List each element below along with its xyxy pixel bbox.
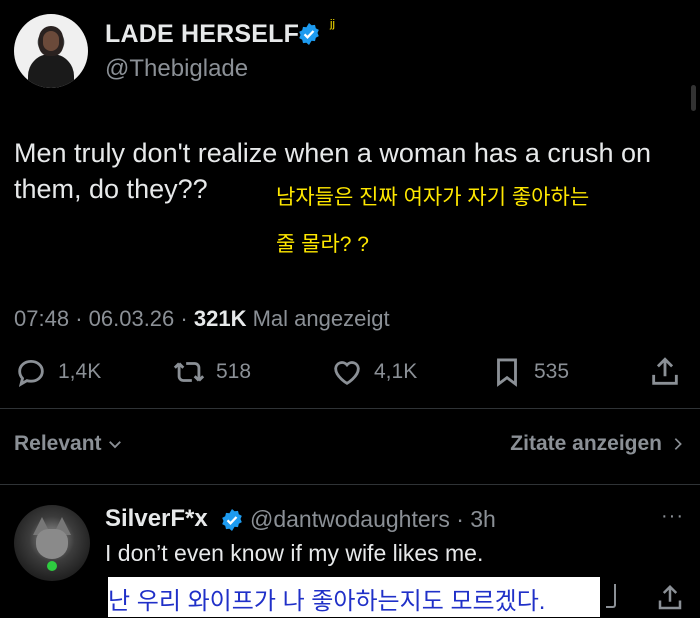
more-icon[interactable]: ··· xyxy=(661,505,684,528)
view-count: 321K xyxy=(193,306,247,331)
divider xyxy=(0,408,700,409)
scrollbar[interactable] xyxy=(691,85,696,111)
avatar[interactable] xyxy=(14,14,88,88)
action-bar: 1,4K 518 4,1K 535 xyxy=(0,355,700,399)
reply-button[interactable]: 1,4K xyxy=(14,355,101,389)
reply-handle-time[interactable]: @dantwodaughters · 3h xyxy=(250,506,496,533)
chevron-down-icon xyxy=(108,441,121,449)
show-quotes-link[interactable]: Zitate anzeigen xyxy=(510,432,686,456)
chevron-right-icon xyxy=(674,438,682,450)
tweet-meta: 07:48 · 06.03.26 · 321K Mal angezeigt xyxy=(14,306,390,331)
retweet-button[interactable]: 518 xyxy=(172,355,251,389)
like-button[interactable]: 4,1K xyxy=(330,355,417,389)
author-name-text: LADE HERSELF xyxy=(105,20,300,48)
korean-subtitle-line-2: 줄 몰라? ? xyxy=(276,233,369,256)
share-icon[interactable] xyxy=(655,583,685,613)
divider xyxy=(0,484,700,485)
tweet-date[interactable]: 06.03.26 xyxy=(89,306,175,331)
reply-icon xyxy=(18,359,44,387)
tweet-time[interactable]: 07:48 xyxy=(14,306,69,331)
verified-badge-icon xyxy=(299,23,319,45)
sort-dropdown[interactable]: Relevant xyxy=(14,432,124,456)
reply-time: 3h xyxy=(470,506,496,532)
verified-badge-icon xyxy=(222,509,242,531)
reply-author-name[interactable]: SilverF*x xyxy=(105,505,208,533)
korean-subtitle-line-1: 남자들은 진짜 여자가 자기 좋아하는 xyxy=(276,186,590,209)
like-icon xyxy=(334,361,360,385)
view-label: Mal angezeigt xyxy=(252,306,390,331)
share-icon xyxy=(652,357,678,385)
bookmark-button[interactable]: 535 xyxy=(490,355,569,389)
reply-text: I don’t even know if my wife likes me. xyxy=(105,540,484,566)
handwritten-annotation: jj xyxy=(330,18,335,30)
bookmark-icon xyxy=(497,358,517,387)
author-handle[interactable]: @Thebiglade xyxy=(105,55,248,83)
reply-avatar[interactable] xyxy=(14,505,90,581)
bookmark-icon[interactable] xyxy=(606,584,616,608)
korean-translation-box: 난 우리 와이프가 나 좋아하는지도 모르겠다. xyxy=(108,577,600,617)
author-name[interactable]: LADE HERSELF xyxy=(105,20,299,49)
retweet-icon xyxy=(173,362,205,382)
share-button[interactable] xyxy=(648,355,682,389)
korean-translation-text: 난 우리 와이프가 나 좋아하는지도 모르겠다. xyxy=(108,588,546,615)
